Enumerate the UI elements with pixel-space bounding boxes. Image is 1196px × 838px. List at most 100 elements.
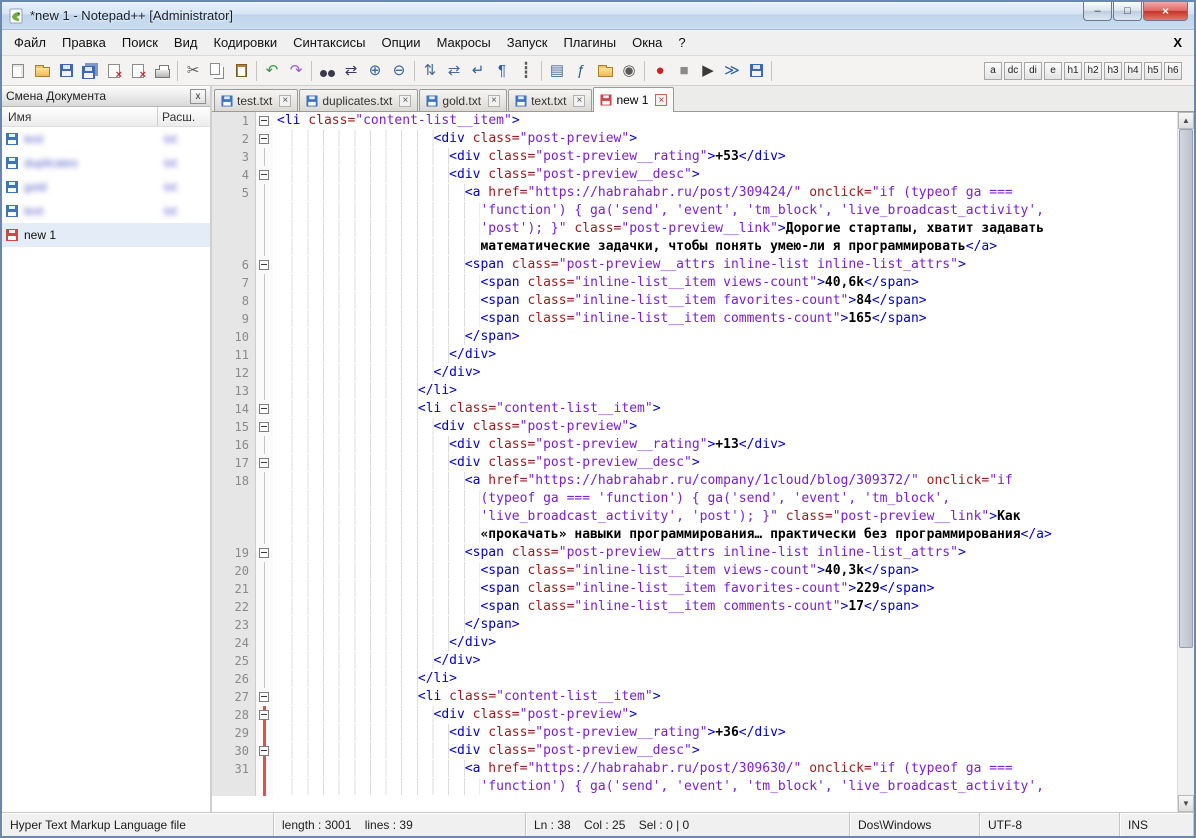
menu-run[interactable]: Запуск [499, 31, 556, 54]
code-row[interactable]: 28 <div class="post-preview"> [212, 706, 1177, 724]
tag-button-h5[interactable]: h5 [1144, 61, 1162, 80]
vertical-scrollbar[interactable]: ▲ ▼ [1177, 112, 1194, 812]
open-folder-icon[interactable] [30, 59, 54, 83]
code-row[interactable]: 14 <li class="content-list__item"> [212, 400, 1177, 418]
playback-multiple-icon[interactable]: ≫ [720, 59, 744, 83]
column-header-name[interactable]: Имя [2, 107, 158, 126]
fold-collapse-icon[interactable] [259, 548, 269, 558]
close-doc-icon[interactable] [102, 59, 126, 83]
maximize-button[interactable]: □ [1113, 2, 1142, 21]
code-row[interactable]: 'post'); }" class="post-preview__link">Д… [212, 220, 1177, 238]
tag-button-h6[interactable]: h6 [1164, 61, 1182, 80]
code-row[interactable]: 27 <li class="content-list__item"> [212, 688, 1177, 706]
code-row[interactable]: 25 </div> [212, 652, 1177, 670]
code-row[interactable]: 11 </div> [212, 346, 1177, 364]
tab-gold-txt[interactable]: gold.txt × [419, 89, 508, 111]
close-all-docs-icon[interactable] [126, 59, 150, 83]
fold-collapse-icon[interactable] [259, 134, 269, 144]
replace-icon[interactable]: ⇄ [339, 59, 363, 83]
doc-switcher-item[interactable]: gold txt [2, 175, 210, 199]
menu-close-icon[interactable]: X [1161, 35, 1194, 50]
new-file-icon[interactable] [6, 59, 30, 83]
code-row[interactable]: 2 <div class="post-preview"> [212, 130, 1177, 148]
code-row[interactable]: 6 <span class="post-preview__attrs inline… [212, 256, 1177, 274]
code-row[interactable]: 'function') { ga('send', 'event', 'tm_bl… [212, 202, 1177, 220]
tab-close-icon[interactable]: × [399, 94, 412, 107]
code-row[interactable]: (typeof ga === 'function') { ga('send', … [212, 490, 1177, 508]
document-map-icon[interactable]: ▤ [545, 59, 569, 83]
menu-plugins[interactable]: Плагины [555, 31, 624, 54]
menu-settings[interactable]: Опции [373, 31, 428, 54]
code-row[interactable]: «прокачать» навыки программирования… пра… [212, 526, 1177, 544]
tab-close-icon[interactable]: × [573, 94, 586, 107]
copy-icon[interactable] [205, 59, 229, 83]
column-header-ext[interactable]: Расш. [158, 107, 210, 126]
save-icon[interactable] [54, 59, 78, 83]
paste-icon[interactable] [229, 59, 253, 83]
redo-icon[interactable]: ↷ [284, 59, 308, 83]
fold-collapse-icon[interactable] [259, 170, 269, 180]
code-row[interactable]: 22 <span class="inline-list__item comment… [212, 598, 1177, 616]
scrollbar-track[interactable] [1178, 129, 1194, 795]
code-row[interactable]: 23 </span> [212, 616, 1177, 634]
code-row[interactable]: 24 </div> [212, 634, 1177, 652]
code-row[interactable]: 3 <div class="post-preview__rating">+53</… [212, 148, 1177, 166]
menu-help[interactable]: ? [670, 31, 693, 54]
sync-scroll-vertical-icon[interactable]: ⇅ [418, 59, 442, 83]
doc-switcher-item[interactable]: test txt [2, 127, 210, 151]
zoom-in-icon[interactable]: ⊕ [363, 59, 387, 83]
menu-language[interactable]: Синтаксисы [285, 31, 373, 54]
code-row[interactable]: 13 </li> [212, 382, 1177, 400]
monitoring-icon[interactable]: ◉ [617, 59, 641, 83]
code-row[interactable]: 31 <a href="https://habrahabr.ru/post/309… [212, 760, 1177, 778]
function-list-icon[interactable]: ƒ [569, 59, 593, 83]
show-all-characters-icon[interactable]: ¶ [490, 59, 514, 83]
tab-test-txt[interactable]: test.txt × [214, 89, 299, 111]
code-row[interactable]: 17 <div class="post-preview__desc"> [212, 454, 1177, 472]
code-row[interactable]: 12 </div> [212, 364, 1177, 382]
code-row[interactable]: 9 <span class="inline-list__item comments… [212, 310, 1177, 328]
tab-close-icon[interactable]: × [488, 94, 501, 107]
folder-as-workspace-icon[interactable] [593, 59, 617, 83]
code-row[interactable]: 16 <div class="post-preview__rating">+13<… [212, 436, 1177, 454]
menu-view[interactable]: Вид [166, 31, 206, 54]
minimize-button[interactable]: – [1083, 2, 1112, 21]
menu-file[interactable]: Файл [6, 31, 54, 54]
menu-macro[interactable]: Макросы [429, 31, 499, 54]
zoom-out-icon[interactable]: ⊖ [387, 59, 411, 83]
tag-button-e[interactable]: e [1044, 61, 1062, 80]
fold-collapse-icon[interactable] [259, 458, 269, 468]
tag-button-di[interactable]: di [1024, 61, 1042, 80]
tab-duplicates-txt[interactable]: duplicates.txt × [299, 89, 419, 111]
code-row[interactable]: 'live_broadcast_activity', 'post'); }" c… [212, 508, 1177, 526]
print-icon[interactable] [150, 59, 174, 83]
cut-icon[interactable]: ✂ [181, 59, 205, 83]
tab-close-icon[interactable]: × [655, 94, 668, 106]
fold-collapse-icon[interactable] [259, 710, 269, 720]
menu-encoding[interactable]: Кодировки [205, 31, 285, 54]
tag-button-h2[interactable]: h2 [1084, 61, 1102, 80]
doc-switcher-item[interactable]: new 1 [2, 223, 210, 247]
doc-switcher-item[interactable]: text txt [2, 199, 210, 223]
tab-new-1[interactable]: new 1 × [593, 87, 675, 112]
save-macro-icon[interactable] [744, 59, 768, 83]
fold-collapse-icon[interactable] [259, 404, 269, 414]
tab-text-txt[interactable]: text.txt × [508, 89, 593, 111]
code-row[interactable]: 'function') { ga('send', 'event', 'tm_bl… [212, 778, 1177, 796]
scroll-down-icon[interactable]: ▼ [1178, 795, 1194, 812]
record-macro-icon[interactable]: ● [648, 59, 672, 83]
code-row[interactable]: математические задачки, чтобы понять уме… [212, 238, 1177, 256]
code-row[interactable]: 4 <div class="post-preview__desc"> [212, 166, 1177, 184]
tag-button-h3[interactable]: h3 [1104, 61, 1122, 80]
find-icon[interactable] [315, 59, 339, 83]
tag-button-a[interactable]: a [984, 61, 1002, 80]
code-row[interactable]: 8 <span class="inline-list__item favorite… [212, 292, 1177, 310]
fold-collapse-icon[interactable] [259, 422, 269, 432]
tag-button-h1[interactable]: h1 [1064, 61, 1082, 80]
code-row[interactable]: 19 <span class="post-preview__attrs inlin… [212, 544, 1177, 562]
code-row[interactable]: 21 <span class="inline-list__item favorit… [212, 580, 1177, 598]
play-macro-icon[interactable]: ▶ [696, 59, 720, 83]
sync-scroll-horizontal-icon[interactable]: ⇄ [442, 59, 466, 83]
word-wrap-icon[interactable]: ↵ [466, 59, 490, 83]
code-row[interactable]: 5 <a href="https://habrahabr.ru/post/3094… [212, 184, 1177, 202]
